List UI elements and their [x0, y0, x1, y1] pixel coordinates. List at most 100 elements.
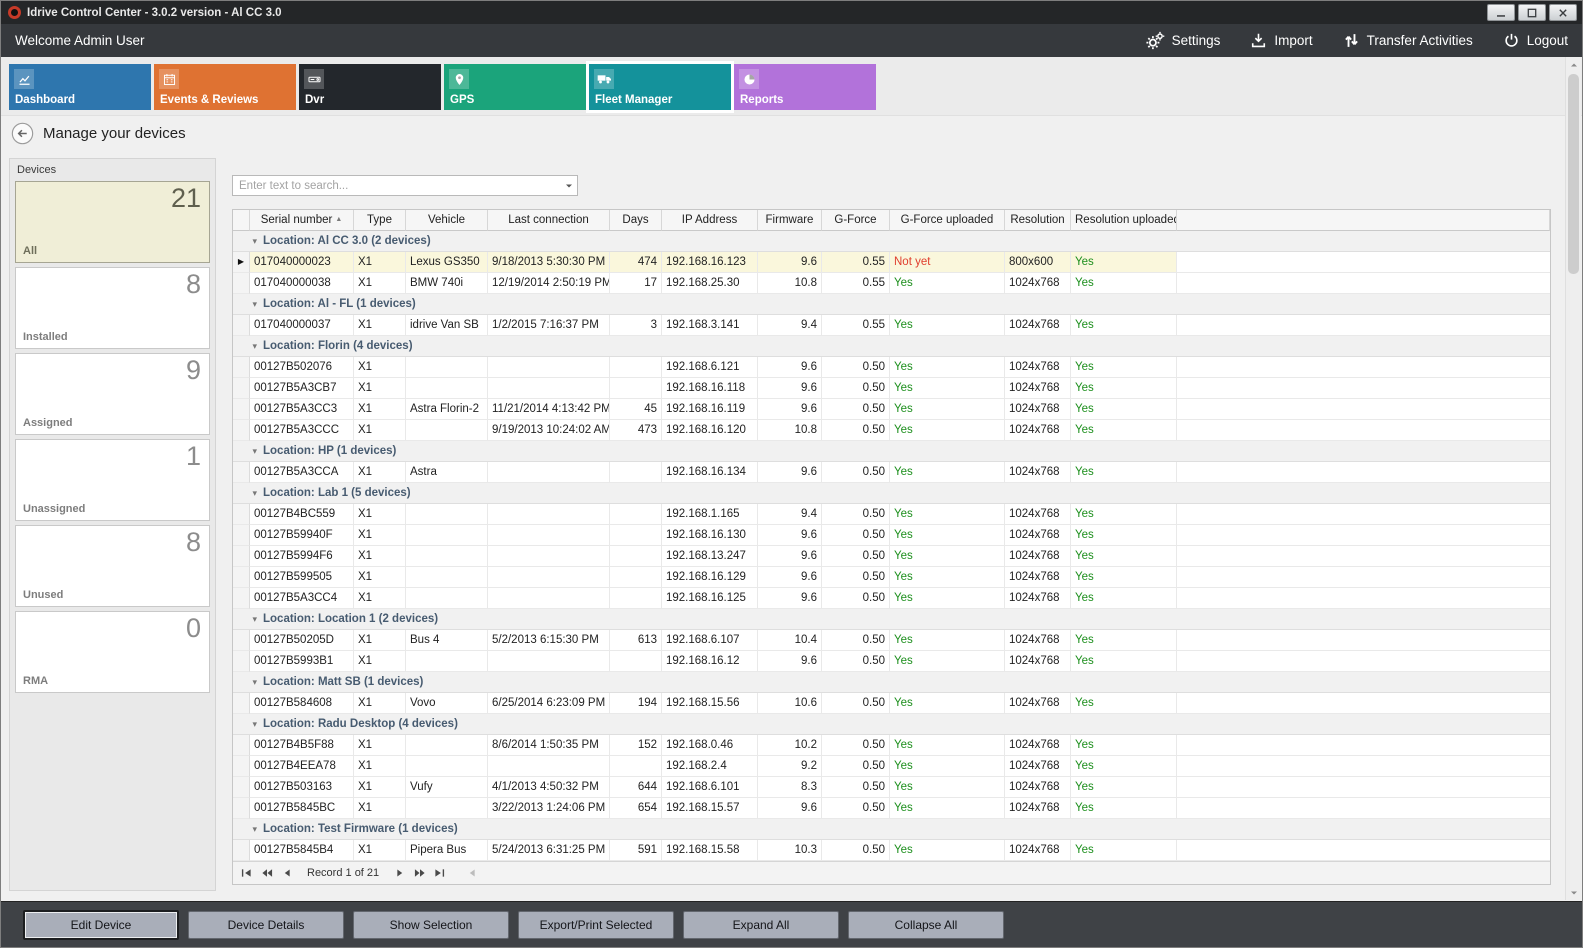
cell-last-connection: 5/2/2013 6:15:30 PM: [488, 630, 610, 651]
tab-events-reviews[interactable]: Events & Reviews: [154, 64, 296, 110]
device-row[interactable]: 017040000038X1BMW 740i12/19/2014 2:50:19…: [233, 273, 1550, 294]
scroll-down-icon[interactable]: [1566, 885, 1581, 900]
collapse-icon[interactable]: ▾: [233, 299, 263, 310]
column-header-resolution[interactable]: Resolution: [1005, 210, 1071, 231]
dropdown-arrow-icon[interactable]: [560, 176, 577, 195]
pager-last-button[interactable]: [431, 865, 448, 882]
pager-prev-page-button[interactable]: [258, 865, 275, 882]
device-row[interactable]: 00127B599505X1192.168.16.1299.60.50Yes10…: [233, 567, 1550, 588]
device-row[interactable]: 00127B5994F6X1192.168.13.2479.60.50Yes10…: [233, 546, 1550, 567]
collapse-icon[interactable]: ▾: [233, 446, 263, 457]
cell-g-force-uploaded: Not yet: [890, 252, 1005, 273]
row-filler: [1177, 357, 1550, 378]
device-row[interactable]: 017040000037X1idrive Van SB1/2/2015 7:16…: [233, 315, 1550, 336]
column-header-firmware[interactable]: Firmware: [758, 210, 822, 231]
search-input[interactable]: [233, 176, 560, 195]
column-header-serial-number[interactable]: Serial number▲: [250, 210, 354, 231]
device-row[interactable]: 00127B503163X1Vufy4/1/2013 4:50:32 PM644…: [233, 777, 1550, 798]
collapse-icon[interactable]: ▾: [233, 341, 263, 352]
device-row[interactable]: 00127B5A3CC3X1Astra Florin-211/21/2014 4…: [233, 399, 1550, 420]
group-row[interactable]: ▾Location: Al CC 3.0 (2 devices): [233, 231, 1550, 252]
column-header-type[interactable]: Type: [354, 210, 406, 231]
device-filter-unassigned[interactable]: 1Unassigned: [15, 439, 210, 521]
device-row[interactable]: 00127B5A3CCAX1Astra192.168.16.1349.60.50…: [233, 462, 1550, 483]
pager-next-page-button[interactable]: [411, 865, 428, 882]
column-header-vehicle[interactable]: Vehicle: [406, 210, 488, 231]
cell-ip: 192.168.16.129: [662, 567, 758, 588]
tab-gps[interactable]: GPS: [444, 64, 586, 110]
group-row[interactable]: ▾Location: HP (1 devices): [233, 441, 1550, 462]
group-row[interactable]: ▾Location: Florin (4 devices): [233, 336, 1550, 357]
pager-next-button[interactable]: [391, 865, 408, 882]
collapse-icon[interactable]: ▾: [233, 236, 263, 247]
group-row[interactable]: ▾Location: Lab 1 (5 devices): [233, 483, 1550, 504]
group-row[interactable]: ▾Location: Location 1 (2 devices): [233, 609, 1550, 630]
device-row[interactable]: ▶017040000023X1Lexus GS3509/18/2013 5:30…: [233, 252, 1550, 273]
device-row[interactable]: 00127B5993B1X1192.168.16.129.60.50Yes102…: [233, 651, 1550, 672]
tab-fleet-manager[interactable]: Fleet Manager: [589, 64, 731, 110]
vertical-scrollbar[interactable]: [1565, 57, 1581, 900]
collapse-all-button[interactable]: Collapse All: [848, 911, 1004, 939]
cell-type: X1: [354, 252, 406, 273]
device-row[interactable]: 00127B50205DX1Bus 45/2/2013 6:15:30 PM61…: [233, 630, 1550, 651]
device-filter-assigned[interactable]: 9Assigned: [15, 353, 210, 435]
pager-prev-button[interactable]: [278, 865, 295, 882]
tab-dashboard[interactable]: Dashboard: [9, 64, 151, 110]
device-row[interactable]: 00127B584608X1Vovo6/25/2014 6:23:09 PM19…: [233, 693, 1550, 714]
expand-all-button[interactable]: Expand All: [683, 911, 839, 939]
scrollbar-thumb[interactable]: [1568, 74, 1579, 274]
device-row[interactable]: 00127B5845B4X1Pipera Bus5/24/2013 6:31:2…: [233, 840, 1550, 861]
minimize-button[interactable]: [1487, 4, 1515, 21]
cell-type: X1: [354, 588, 406, 609]
collapse-icon[interactable]: ▾: [233, 677, 263, 688]
export-print-selected-button[interactable]: Export/Print Selected: [518, 911, 674, 939]
collapse-icon[interactable]: ▾: [233, 614, 263, 625]
back-button[interactable]: [11, 122, 34, 145]
hscroll-left-button[interactable]: [463, 865, 480, 882]
collapse-icon[interactable]: ▾: [233, 719, 263, 730]
collapse-icon[interactable]: ▾: [233, 824, 263, 835]
device-row[interactable]: 00127B5A3CB7X1192.168.16.1189.60.50Yes10…: [233, 378, 1550, 399]
column-header-last-connection[interactable]: Last connection: [488, 210, 610, 231]
search-combobox[interactable]: [232, 175, 578, 196]
group-row[interactable]: ▾Location: Test Firmware (1 devices): [233, 819, 1550, 840]
column-header-days[interactable]: Days: [610, 210, 662, 231]
device-filter-installed[interactable]: 8Installed: [15, 267, 210, 349]
column-header-resolution-uploaded[interactable]: Resolution uploaded: [1071, 210, 1177, 231]
device-row[interactable]: 00127B5A3CC4X1192.168.16.1259.60.50Yes10…: [233, 588, 1550, 609]
device-filter-all[interactable]: 21All: [15, 181, 210, 263]
column-header-g-force-uploaded[interactable]: G-Force uploaded: [890, 210, 1005, 231]
device-row[interactable]: 00127B4EEA78X1192.168.2.49.20.50Yes1024x…: [233, 756, 1550, 777]
group-row[interactable]: ▾Location: Radu Desktop (4 devices): [233, 714, 1550, 735]
scroll-up-icon[interactable]: [1566, 57, 1581, 72]
show-selection-button[interactable]: Show Selection: [353, 911, 509, 939]
device-row[interactable]: 00127B4BC559X1192.168.1.1659.40.50Yes102…: [233, 504, 1550, 525]
device-row[interactable]: 00127B5A3CCCX19/19/2013 10:24:02 AM47319…: [233, 420, 1550, 441]
cell-serial: 00127B5A3CCA: [250, 462, 354, 483]
import-button[interactable]: Import: [1250, 32, 1312, 49]
transfer-activities-button[interactable]: Transfer Activities: [1343, 32, 1473, 49]
cell-vehicle: Vufy: [406, 777, 488, 798]
window-controls: [1487, 4, 1577, 21]
column-header-g-force[interactable]: G-Force: [822, 210, 890, 231]
cell-days: [610, 504, 662, 525]
device-filter-rma[interactable]: 0RMA: [15, 611, 210, 693]
column-header-ip-address[interactable]: IP Address: [662, 210, 758, 231]
logout-button[interactable]: Logout: [1503, 32, 1568, 49]
pager-first-button[interactable]: [238, 865, 255, 882]
device-filter-unused[interactable]: 8Unused: [15, 525, 210, 607]
collapse-icon[interactable]: ▾: [233, 488, 263, 499]
group-row[interactable]: ▾Location: Matt SB (1 devices): [233, 672, 1550, 693]
close-button[interactable]: [1549, 4, 1577, 21]
device-row[interactable]: 00127B59940FX1192.168.16.1309.60.50Yes10…: [233, 525, 1550, 546]
edit-device-button[interactable]: Edit Device: [23, 910, 179, 940]
device-row[interactable]: 00127B502076X1192.168.6.1219.60.50Yes102…: [233, 357, 1550, 378]
device-row[interactable]: 00127B4B5F88X18/6/2014 1:50:35 PM152192.…: [233, 735, 1550, 756]
group-row[interactable]: ▾Location: Al - FL (1 devices): [233, 294, 1550, 315]
maximize-button[interactable]: [1518, 4, 1546, 21]
tab-dvr[interactable]: Dvr: [299, 64, 441, 110]
device-row[interactable]: 00127B5845BCX13/22/2013 1:24:06 PM654192…: [233, 798, 1550, 819]
device-details-button[interactable]: Device Details: [188, 911, 344, 939]
tab-reports[interactable]: Reports: [734, 64, 876, 110]
settings-button[interactable]: Settings: [1146, 31, 1221, 50]
